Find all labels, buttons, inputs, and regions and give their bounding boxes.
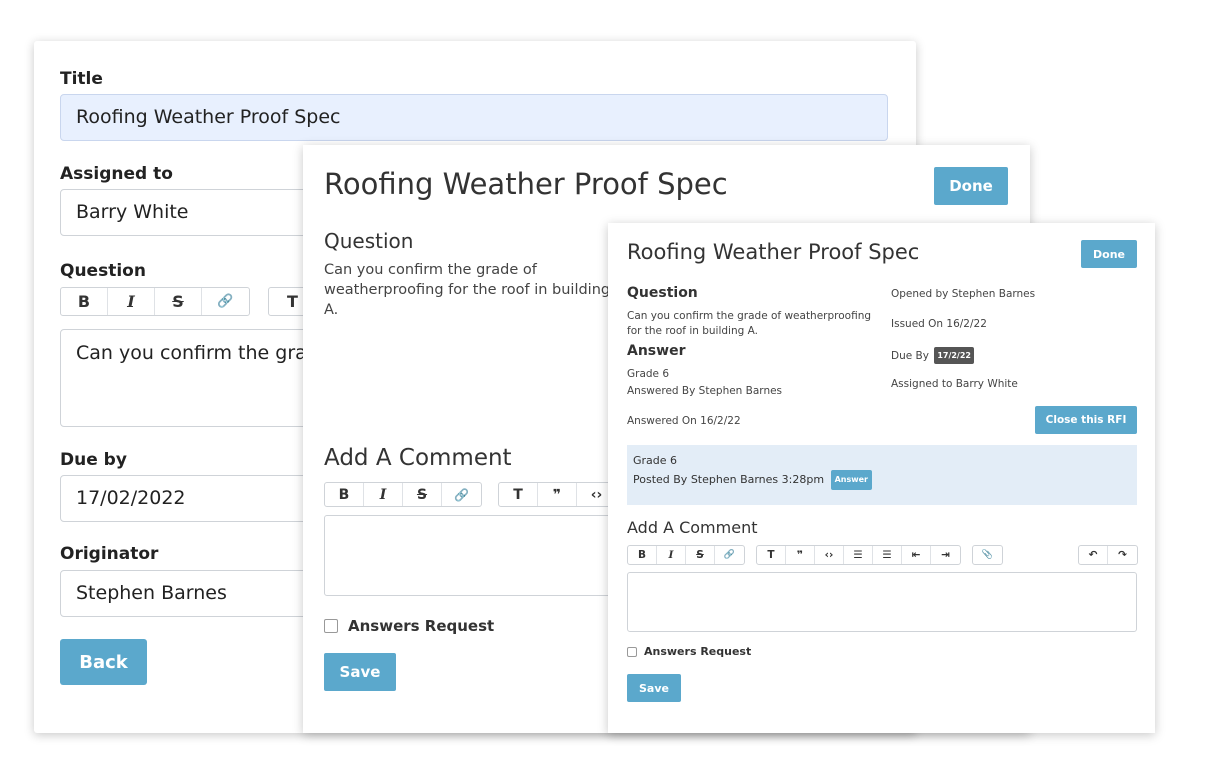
strikethrough-icon[interactable]: S [155, 288, 202, 315]
toolbar-format-group: B I S 🔗 [627, 545, 745, 565]
italic-icon[interactable]: I [108, 288, 155, 315]
post-text: Grade 6 [633, 454, 678, 467]
toolbar-format-group: B I S 🔗 [60, 287, 250, 316]
link-icon[interactable]: 🔗 [715, 546, 744, 564]
answers-request-checkbox[interactable] [627, 646, 637, 657]
due-by: Due By 17/2/22 [891, 347, 974, 364]
title-label: Title [60, 69, 103, 89]
answered-on: Answered On 16/2/22 [627, 415, 741, 427]
answers-request-checkbox-row[interactable]: Answers Request [627, 645, 751, 658]
due-date-badge: 17/2/22 [934, 347, 974, 364]
question-text: Can you confirm the grade of weatherproo… [324, 262, 611, 318]
toolbar-block-group: T ❞ ‹› ☰ ☰ ⇤ ⇥ [756, 545, 961, 565]
redo-icon[interactable]: ↷ [1108, 546, 1137, 564]
done-button[interactable]: Done [1081, 240, 1137, 268]
due-by-label: Due By [891, 350, 929, 362]
answers-request-checkbox-row[interactable]: Answers Request [324, 617, 494, 635]
heading-icon[interactable]: T [757, 546, 786, 564]
quote-icon[interactable]: ❞ [538, 483, 577, 506]
answered-by: Answered By Stephen Barnes [627, 385, 783, 397]
question-text: Can you confirm the grade of weatherproo… [627, 310, 872, 337]
question-heading: Question [324, 229, 414, 253]
link-icon[interactable]: 🔗 [442, 483, 481, 506]
comment-textarea[interactable] [627, 572, 1137, 632]
answers-request-label: Answers Request [348, 617, 495, 635]
attach-icon[interactable]: 📎 [973, 546, 1002, 564]
undo-icon[interactable]: ↶ [1079, 546, 1108, 564]
due-label: Due by [60, 450, 127, 470]
close-rfi-button[interactable]: Close this RFI [1035, 406, 1137, 434]
originator-label: Originator [60, 544, 159, 564]
answer-heading: Answer [627, 343, 686, 359]
rfi-detail-answered: Roofing Weather Proof Spec Done Question… [608, 223, 1155, 733]
comment-editor-toolbar: B I S 🔗 T ❞ ‹› ☰ ☰ ⇤ ⇥ 📎 ↶ ↷ [627, 545, 1138, 565]
back-button[interactable]: Back [60, 639, 147, 685]
answer-post: Grade 6 Posted By Stephen Barnes 3:28pm … [627, 445, 1137, 505]
rfi-title: Roofing Weather Proof Spec [627, 240, 920, 264]
toolbar-format-group: B I S 🔗 [324, 482, 482, 507]
answer-text: Grade 6 [627, 368, 670, 380]
bold-icon[interactable]: B [61, 288, 108, 315]
indent-icon[interactable]: ⇥ [931, 546, 960, 564]
question-heading: Question [627, 285, 698, 301]
bullet-list-icon[interactable]: ☰ [844, 546, 873, 564]
assigned-to: Assigned to Barry White [891, 378, 1018, 390]
issued-on: Issued On 16/2/22 [891, 318, 987, 330]
heading-icon[interactable]: T [499, 483, 538, 506]
question-label: Question [60, 261, 146, 281]
done-button[interactable]: Done [934, 167, 1008, 205]
opened-by: Opened by Stephen Barnes [891, 288, 1036, 300]
toolbar-block-group: T ❞ ‹› [498, 482, 617, 507]
answer-badge: Answer [830, 470, 872, 490]
rfi-title: Roofing Weather Proof Spec [324, 167, 728, 201]
question-editor-toolbar: B I S 🔗 T [60, 287, 317, 316]
code-icon[interactable]: ‹› [815, 546, 844, 564]
quote-icon[interactable]: ❞ [786, 546, 815, 564]
save-button[interactable]: Save [627, 674, 681, 702]
post-meta-row: Posted By Stephen Barnes 3:28pm Answer [633, 470, 1131, 490]
assigned-label: Assigned to [60, 164, 173, 184]
numbered-list-icon[interactable]: ☰ [873, 546, 902, 564]
title-input[interactable]: Roofing Weather Proof Spec [60, 94, 888, 141]
bold-icon[interactable]: B [628, 546, 657, 564]
strikethrough-icon[interactable]: S [686, 546, 715, 564]
bold-icon[interactable]: B [325, 483, 364, 506]
italic-icon[interactable]: I [364, 483, 403, 506]
comment-editor-toolbar: B I S 🔗 T ❞ ‹› [324, 482, 617, 507]
toolbar-history-group: ↶ ↷ [1078, 545, 1138, 565]
save-button[interactable]: Save [324, 653, 396, 691]
italic-icon[interactable]: I [657, 546, 686, 564]
add-comment-heading: Add A Comment [324, 445, 512, 471]
toolbar-attach-group: 📎 [972, 545, 1003, 565]
link-icon[interactable]: 🔗 [202, 288, 249, 315]
answers-request-checkbox[interactable] [324, 619, 338, 633]
post-meta: Posted By Stephen Barnes 3:28pm [633, 473, 825, 486]
add-comment-heading: Add A Comment [627, 518, 758, 537]
strikethrough-icon[interactable]: S [403, 483, 442, 506]
answers-request-label: Answers Request [644, 645, 752, 658]
outdent-icon[interactable]: ⇤ [902, 546, 931, 564]
